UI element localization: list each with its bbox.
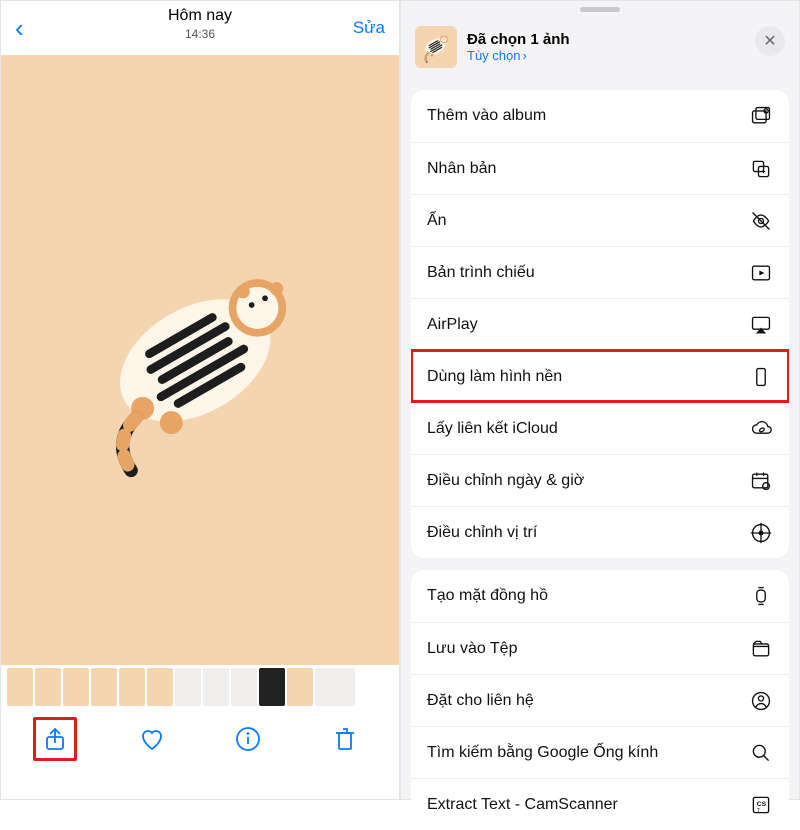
action-hide[interactable]: Ẩn (411, 194, 789, 246)
thumbnail-strip[interactable] (1, 665, 399, 709)
action-location[interactable]: Điều chỉnh vị trí (411, 506, 789, 558)
action-label: Lấy liên kết iCloud (427, 420, 558, 438)
action-label: Lưu vào Tệp (427, 640, 517, 658)
action-files[interactable]: Lưu vào Tệp (411, 622, 789, 674)
action-album-add[interactable]: Thêm vào album (411, 90, 789, 142)
time-label: 14:36 (1, 27, 399, 41)
action-airplay[interactable]: AirPlay (411, 298, 789, 350)
top-bar: ‹ Hôm nay 14:36 Sửa (1, 1, 399, 55)
back-button[interactable]: ‹ (15, 13, 24, 44)
photos-detail-pane: ‹ Hôm nay 14:36 Sửa (0, 0, 400, 800)
favorite-button[interactable] (130, 717, 174, 761)
close-button[interactable]: ✕ (755, 26, 785, 56)
photo-viewer[interactable] (1, 55, 399, 665)
album-add-icon (749, 104, 773, 128)
edit-button[interactable]: Sửa (353, 18, 385, 38)
location-icon (749, 521, 773, 545)
ocr-icon (749, 793, 773, 817)
action-wallpaper[interactable]: Dùng làm hình nền (411, 350, 789, 402)
contact-icon (749, 689, 773, 713)
action-datetime[interactable]: Điều chỉnh ngày & giờ (411, 454, 789, 506)
title-label: Hôm nay (1, 7, 399, 25)
slideshow-icon (749, 261, 773, 285)
actions-group-2: Tạo mặt đồng hồ Lưu vào Tệp Đặt cho liên h… (411, 570, 789, 830)
sheet-header: Đã chọn 1 ảnh Tùy chọn› ✕ (401, 12, 799, 78)
action-search[interactable]: Tìm kiếm bằng Google Ống kính (411, 726, 789, 778)
tiger-image (90, 217, 310, 504)
datetime-icon (749, 469, 773, 493)
action-contact[interactable]: Đặt cho liên hệ (411, 674, 789, 726)
action-label: Điều chỉnh ngày & giờ (427, 472, 584, 490)
share-button[interactable] (33, 717, 77, 761)
action-label: Tìm kiếm bằng Google Ống kính (427, 744, 658, 762)
action-label: Ẩn (427, 212, 447, 230)
selected-photo-thumb (415, 26, 457, 68)
delete-button[interactable] (323, 717, 367, 761)
actions-group-1: Thêm vào album Nhân bản Ẩn Bản trình chiếu A… (411, 90, 789, 558)
action-label: Điều chỉnh vị trí (427, 524, 537, 542)
duplicate-icon (749, 157, 773, 181)
info-button[interactable] (226, 717, 270, 761)
share-sheet-pane: Đã chọn 1 ảnh Tùy chọn› ✕ Thêm vào album… (400, 0, 800, 800)
files-icon (749, 637, 773, 661)
action-label: AirPlay (427, 316, 478, 334)
action-icloud-link[interactable]: Lấy liên kết iCloud (411, 402, 789, 454)
action-label: Thêm vào album (427, 107, 546, 125)
action-label: Bản trình chiếu (427, 264, 535, 282)
action-ocr[interactable]: Extract Text - CamScanner (411, 778, 789, 830)
action-label: Extract Text - CamScanner (427, 796, 618, 814)
search-icon (749, 741, 773, 765)
icloud-link-icon (749, 417, 773, 441)
hide-icon (749, 209, 773, 233)
airplay-icon (749, 313, 773, 337)
options-link[interactable]: Tùy chọn› (467, 48, 570, 63)
action-label: Nhân bản (427, 160, 496, 178)
watchface-icon (749, 584, 773, 608)
action-slideshow[interactable]: Bản trình chiếu (411, 246, 789, 298)
action-label: Tạo mặt đồng hồ (427, 587, 548, 605)
wallpaper-icon (749, 365, 773, 389)
action-label: Đặt cho liên hệ (427, 692, 534, 710)
selected-count-label: Đã chọn 1 ảnh (467, 31, 570, 48)
action-duplicate[interactable]: Nhân bản (411, 142, 789, 194)
bottom-toolbar (1, 709, 399, 769)
action-label: Dùng làm hình nền (427, 368, 562, 386)
action-watchface[interactable]: Tạo mặt đồng hồ (411, 570, 789, 622)
